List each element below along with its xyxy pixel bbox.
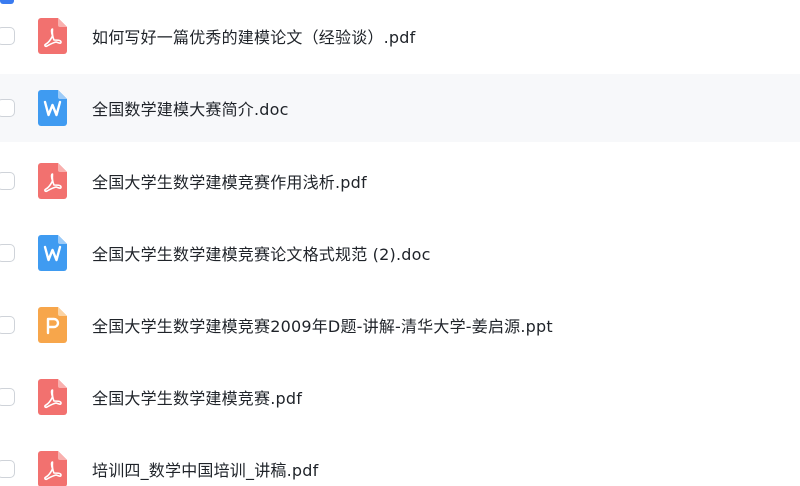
pdf-file-icon: [38, 18, 67, 54]
pdf-file-icon: [38, 451, 67, 486]
pdf-file-icon: [38, 163, 67, 199]
row-checkbox[interactable]: [0, 316, 15, 334]
row-checkbox[interactable]: [0, 388, 15, 406]
file-name[interactable]: 全国大学生数学建模竞赛论文格式规范 (2).doc: [92, 241, 431, 265]
file-name[interactable]: 全国大学生数学建模竞赛2009年D题-讲解-清华大学-姜启源.ppt: [92, 313, 553, 337]
file-row[interactable]: 全国大学生数学建模竞赛2009年D题-讲解-清华大学-姜启源.ppt: [0, 291, 800, 359]
file-name[interactable]: 全国大学生数学建模竞赛作用浅析.pdf: [92, 169, 367, 193]
word-file-icon: [38, 90, 67, 126]
file-row[interactable]: 培训四_数学中国培训_讲稿.pdf: [0, 435, 800, 486]
file-row[interactable]: 全国大学生数学建模竞赛.pdf: [0, 363, 800, 431]
file-name[interactable]: 全国大学生数学建模竞赛.pdf: [92, 385, 302, 409]
file-row[interactable]: 全国大学生数学建模竞赛论文格式规范 (2).doc: [0, 219, 800, 287]
file-row[interactable]: 全国数学建模大赛简介.doc: [0, 74, 800, 142]
file-row[interactable]: 如何写好一篇优秀的建模论文（经验谈）.pdf: [0, 2, 800, 70]
row-checkbox[interactable]: [0, 460, 15, 478]
ppt-file-icon: [38, 307, 67, 343]
row-checkbox[interactable]: [0, 244, 15, 262]
row-checkbox[interactable]: [0, 172, 15, 190]
file-name[interactable]: 培训四_数学中国培训_讲稿.pdf: [92, 457, 318, 481]
file-list: 如何写好一篇优秀的建模论文（经验谈）.pdf 全国数学建模大赛简介.doc 全国…: [0, 0, 800, 486]
pdf-file-icon: [38, 379, 67, 415]
word-file-icon: [38, 235, 67, 271]
file-row[interactable]: 全国大学生数学建模竞赛作用浅析.pdf: [0, 147, 800, 215]
row-checkbox[interactable]: [0, 99, 15, 117]
file-name[interactable]: 全国数学建模大赛简介.doc: [92, 96, 289, 120]
file-name[interactable]: 如何写好一篇优秀的建模论文（经验谈）.pdf: [92, 24, 415, 48]
row-checkbox[interactable]: [0, 27, 15, 45]
